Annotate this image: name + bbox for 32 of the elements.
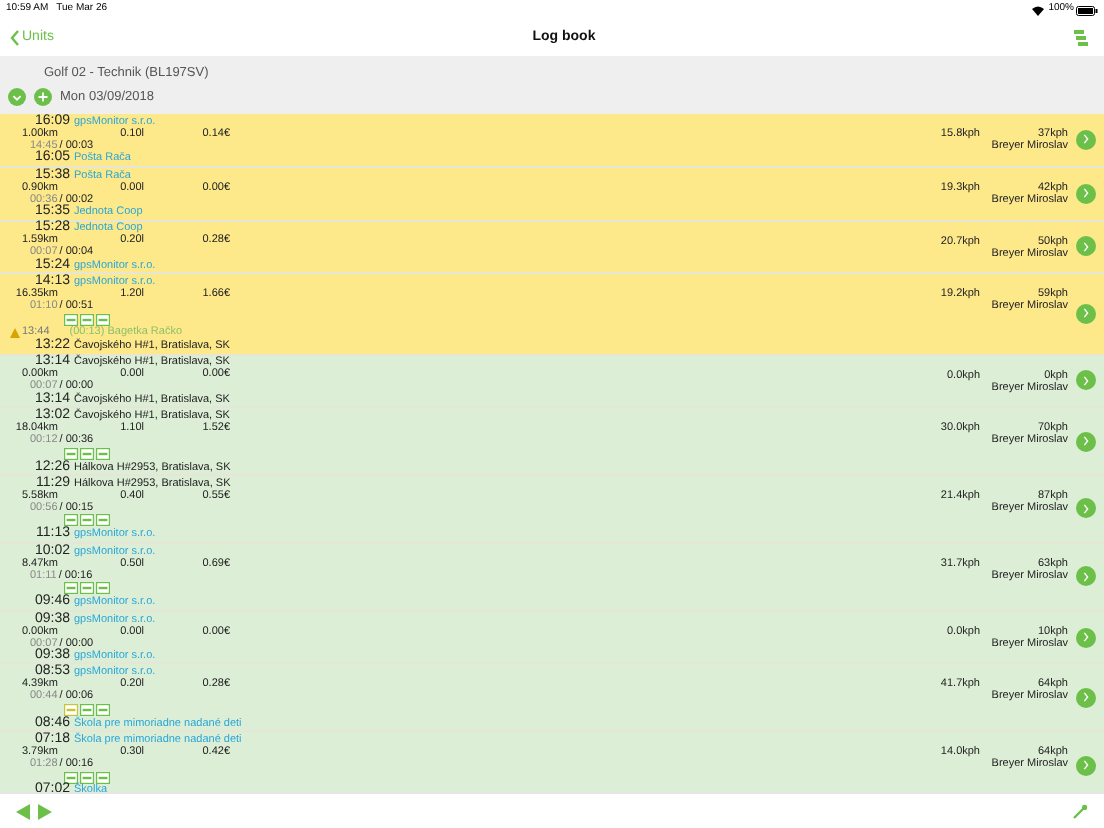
- previous-icon[interactable]: [16, 803, 30, 819]
- chevron-right-icon: [1082, 308, 1090, 319]
- chevron-right-icon: [1082, 241, 1090, 252]
- wrench-icon[interactable]: [1072, 803, 1088, 819]
- chevron-right-icon: [1082, 503, 1090, 514]
- details-button[interactable]: [1076, 627, 1096, 648]
- checkmark-icon[interactable]: [8, 87, 26, 106]
- warning-icon: [10, 327, 20, 338]
- chevron-right-icon: [1082, 436, 1090, 447]
- chevron-right-icon: [1082, 760, 1090, 771]
- chevron-right-icon: [1082, 188, 1090, 199]
- details-button[interactable]: [1076, 755, 1096, 776]
- wifi-icon: [1032, 5, 1045, 15]
- chevron-right-icon: [1082, 692, 1090, 703]
- chevron-right-icon: [1082, 375, 1090, 386]
- details-button[interactable]: [1076, 183, 1096, 204]
- details-button[interactable]: [1076, 236, 1096, 257]
- chevron-right-icon: [1082, 571, 1090, 582]
- battery-icon: [1076, 5, 1098, 15]
- chevron-right-icon: [1082, 632, 1090, 643]
- details-button[interactable]: [1076, 687, 1096, 708]
- details-button[interactable]: [1076, 129, 1096, 150]
- details-button[interactable]: [1076, 498, 1096, 519]
- next-icon[interactable]: [38, 803, 52, 819]
- details-button[interactable]: [1076, 566, 1096, 587]
- plus-icon[interactable]: [34, 87, 52, 106]
- details-button[interactable]: [1076, 303, 1096, 324]
- chevron-left-icon: [10, 30, 20, 46]
- details-button[interactable]: [1076, 431, 1096, 452]
- stack-icon[interactable]: [1074, 30, 1088, 46]
- details-button[interactable]: [1076, 370, 1096, 391]
- chevron-right-icon: [1082, 134, 1090, 145]
